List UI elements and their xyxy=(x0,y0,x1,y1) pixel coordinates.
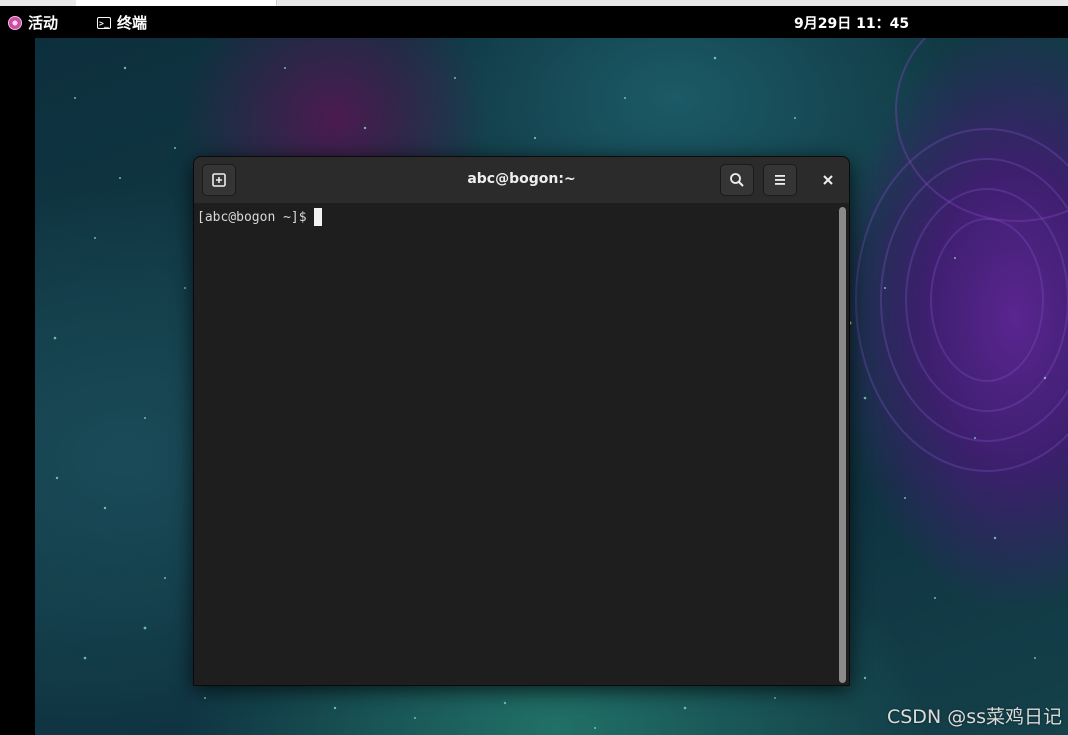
left-dark-edge xyxy=(0,38,35,735)
terminal-app-icon: >_ xyxy=(97,16,111,29)
activities-label: 活动 xyxy=(28,14,59,32)
app-menu-button[interactable]: >_ 终端 xyxy=(97,12,147,33)
activities-button[interactable]: 活动 xyxy=(8,12,58,33)
close-icon xyxy=(823,175,833,185)
clock[interactable]: 9月29日 11：45 xyxy=(794,13,909,33)
close-button[interactable] xyxy=(816,168,840,192)
activities-icon xyxy=(8,15,22,30)
terminal-window[interactable]: abc@bogon:~ [abc@bogon ~]$ xyxy=(193,156,850,686)
watermark: CSDN @ss菜鸡日记 xyxy=(886,706,1062,728)
gnome-top-bar: 活动 >_ 终端 9月29日 11：45 xyxy=(0,6,1068,38)
terminal-header-bar[interactable]: abc@bogon:~ xyxy=(194,157,849,204)
app-menu-label: 终端 xyxy=(117,14,148,32)
text-cursor xyxy=(313,208,322,226)
terminal-output-area[interactable]: [abc@bogon ~]$ xyxy=(194,203,849,685)
scrollbar-thumb[interactable] xyxy=(839,207,846,683)
search-button[interactable] xyxy=(720,164,754,196)
shell-prompt: [abc@bogon ~]$ xyxy=(197,209,307,225)
search-icon xyxy=(730,173,744,187)
prompt-line: [abc@bogon ~]$ xyxy=(197,208,322,226)
scrollbar[interactable] xyxy=(837,205,849,685)
hamburger-menu-icon xyxy=(775,175,785,185)
menu-button[interactable] xyxy=(763,164,797,196)
